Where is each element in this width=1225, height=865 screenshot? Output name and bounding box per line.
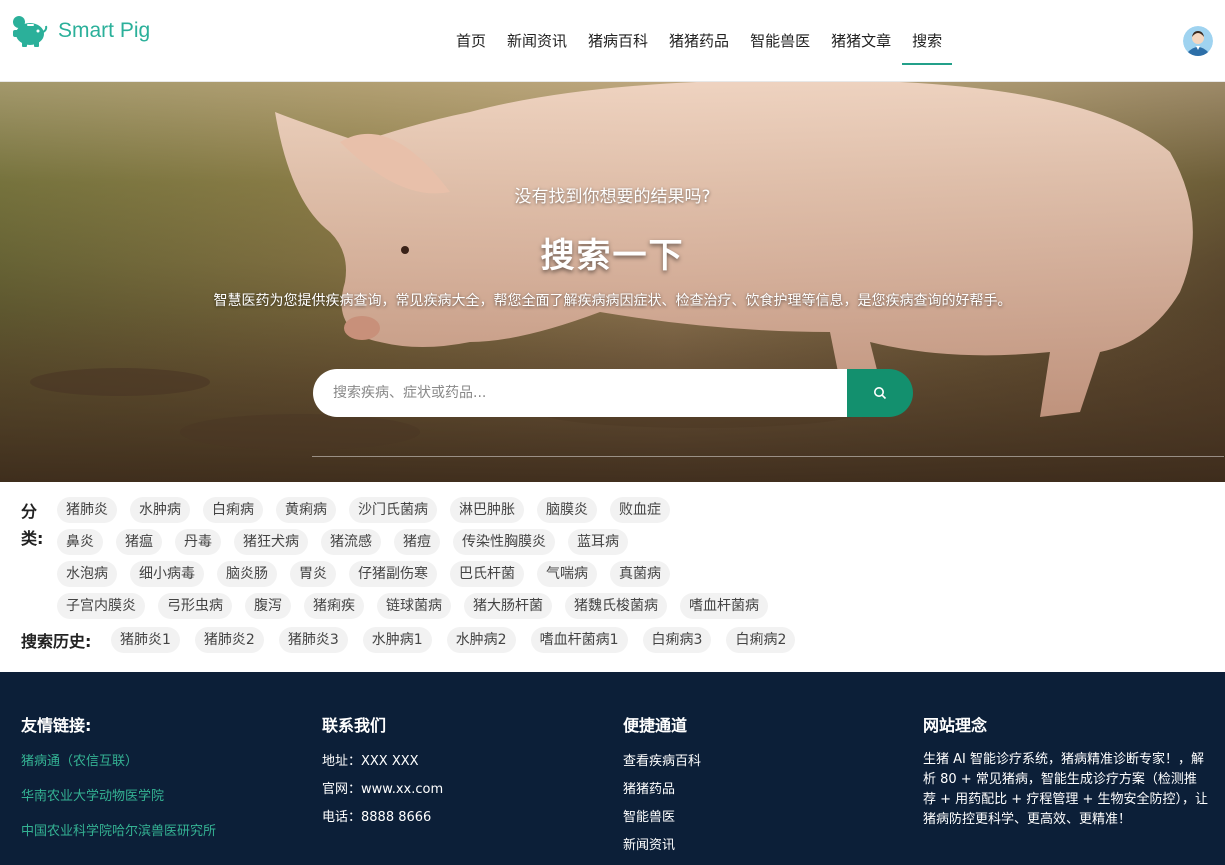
history-tag[interactable]: 猪肺炎1 [111, 627, 180, 653]
history-tag[interactable]: 水肿病2 [446, 627, 516, 653]
category-tag[interactable]: 传染性胸膜炎 [453, 529, 555, 555]
category-tag[interactable]: 白痢病 [203, 497, 263, 523]
category-tag[interactable]: 猪瘟 [116, 529, 162, 555]
piggy-bank-icon [13, 16, 48, 47]
category-tag[interactable]: 水泡病 [57, 561, 117, 587]
quick-link[interactable]: 新闻资讯 [623, 834, 701, 853]
category-tag[interactable]: 鼻炎 [57, 529, 103, 555]
brand-name: Smart Pig [58, 19, 151, 42]
category-tag[interactable]: 败血症 [610, 497, 670, 523]
footer-quick-links-title: 便捷通道 [623, 716, 688, 735]
category-tag[interactable]: 子宫内膜炎 [57, 593, 145, 619]
category-tag[interactable]: 链球菌病 [377, 593, 451, 619]
category-row: 子宫内膜炎 弓形虫病 腹泻 猪痢疾 链球菌病 猪大肠杆菌 猪魏氏梭菌病 嗜血杆菌… [57, 593, 781, 619]
category-tag[interactable]: 水肿病 [130, 497, 190, 523]
history-tag[interactable]: 白痢病2 [726, 627, 796, 653]
footer-contact-title: 联系我们 [322, 716, 387, 735]
friend-link[interactable]: 中国农业科学院哈尔滨兽医研究所 [21, 820, 216, 839]
category-tag[interactable]: 猪魏氏梭菌病 [565, 593, 667, 619]
history-tag[interactable]: 白痢病3 [642, 627, 712, 653]
category-tag[interactable]: 细小病毒 [130, 561, 204, 587]
search-input[interactable] [313, 369, 847, 417]
category-tag[interactable]: 弓形虫病 [158, 593, 232, 619]
search-history-label: 搜索历史: [21, 632, 92, 651]
category-tag[interactable]: 猪肺炎 [57, 497, 117, 523]
friend-link[interactable]: 猪病通（农信互联） [21, 750, 216, 769]
contact-website: 官网：www.xx.com [322, 782, 444, 797]
top-header: Smart Pig 首页 新闻资讯 猪病百科 猪猪药品 智能兽医 猪猪文章 搜索 [0, 0, 1225, 82]
search-bar [313, 369, 913, 417]
footer-quick-links: 便捷通道 查看疾病百科 猪猪药品 智能兽医 新闻资讯 [623, 712, 701, 862]
footer-contact: 联系我们 地址：XXX XXX 官网：www.xx.com 电话：8888 86… [322, 712, 443, 834]
category-tag[interactable]: 沙门氏菌病 [349, 497, 437, 523]
logo[interactable]: Smart Pig [10, 14, 150, 48]
category-tag[interactable]: 脑膜炎 [537, 497, 597, 523]
category-tag[interactable]: 仔猪副伤寒 [349, 561, 437, 587]
hero-subtitle: 没有找到你想要的结果吗? [514, 187, 711, 207]
search-history-list: 猪肺炎1 猪肺炎2 猪肺炎3 水肿病1 水肿病2 嗜血杆菌病1 白痢病3 白痢病… [111, 627, 810, 653]
footer-philosophy-title: 网站理念 [923, 716, 988, 735]
contact-phone: 电话：8888 8666 [322, 810, 432, 825]
nav-search[interactable]: 搜索 [902, 22, 953, 65]
category-tag[interactable]: 真菌病 [610, 561, 670, 587]
category-tag[interactable]: 脑炎肠 [217, 561, 277, 587]
category-tag[interactable]: 猪痢疾 [304, 593, 364, 619]
search-icon [874, 387, 887, 400]
category-tag[interactable]: 腹泻 [245, 593, 291, 619]
footer-philosophy-text: 生猪 AI 智能诊疗系统，猪病精准诊断专家！，解析 80 + 常见猪病，智能生成… [923, 752, 1208, 827]
category-tag[interactable]: 嗜血杆菌病 [680, 593, 768, 619]
category-tag[interactable]: 巴氏杆菌 [450, 561, 524, 587]
footer-friend-links-title: 友情链接: [21, 716, 92, 735]
quick-link[interactable]: 猪猪药品 [623, 778, 701, 797]
contact-address: 地址：XXX XXX [322, 754, 419, 769]
category-tag[interactable]: 丹毒 [175, 529, 221, 555]
category-tag[interactable]: 胃炎 [290, 561, 336, 587]
nav-home[interactable]: 首页 [446, 22, 496, 63]
hero-description: 智慧医药为您提供疾病查询，常见疾病大全，帮您全面了解疾病病因症状、检查治疗、饮食… [213, 293, 1012, 309]
hero-banner: 没有找到你想要的结果吗? 搜索一下 智慧医药为您提供疾病查询，常见疾病大全，帮您… [0, 82, 1225, 482]
hero-title: 搜索一下 [540, 236, 685, 276]
category-row: 鼻炎 猪瘟 丹毒 猪狂犬病 猪流感 猪痘 传染性胸膜炎 蓝耳病 [57, 529, 641, 555]
search-button[interactable] [847, 369, 913, 417]
category-tag[interactable]: 猪流感 [321, 529, 381, 555]
category-tag[interactable]: 猪狂犬病 [234, 529, 308, 555]
nav-drugs[interactable]: 猪猪药品 [659, 22, 739, 63]
friend-link[interactable]: 华南农业大学动物医学院 [21, 785, 216, 804]
history-tag[interactable]: 水肿病1 [362, 627, 432, 653]
category-row: 水泡病 细小病毒 脑炎肠 胃炎 仔猪副伤寒 巴氏杆菌 气喘病 真菌病 [57, 561, 683, 587]
category-tag[interactable]: 气喘病 [537, 561, 597, 587]
quick-link[interactable]: 智能兽医 [623, 806, 701, 825]
footer-friend-links: 友情链接: 猪病通（农信互联） 华南农业大学动物医学院 中国农业科学院哈尔滨兽医… [21, 712, 216, 855]
category-label: 分类: [21, 502, 44, 548]
nav-articles[interactable]: 猪猪文章 [821, 22, 901, 63]
main-nav: 首页 新闻资讯 猪病百科 猪猪药品 智能兽医 猪猪文章 搜索 [446, 22, 953, 65]
user-avatar-icon [1183, 26, 1213, 56]
pig-photo-illustration [0, 82, 1225, 482]
user-avatar[interactable] [1183, 26, 1213, 56]
category-tag[interactable]: 猪痘 [394, 529, 440, 555]
nav-disease-encyclopedia[interactable]: 猪病百科 [578, 22, 658, 63]
category-tag[interactable]: 猪大肠杆菌 [464, 593, 552, 619]
category-tag[interactable]: 蓝耳病 [568, 529, 628, 555]
quick-link[interactable]: 查看疾病百科 [623, 750, 701, 769]
nav-news[interactable]: 新闻资讯 [497, 22, 577, 63]
hero-divider [312, 456, 1224, 457]
history-tag[interactable]: 猪肺炎2 [194, 627, 264, 653]
category-section: 分类: 猪肺炎 水肿病 白痢病 黄痢病 沙门氏菌病 淋巴肿胀 脑膜炎 败血症 鼻… [0, 482, 1225, 672]
category-tag[interactable]: 黄痢病 [276, 497, 336, 523]
nav-smart-vet[interactable]: 智能兽医 [740, 22, 820, 63]
history-tag[interactable]: 嗜血杆菌病1 [530, 627, 628, 653]
footer-philosophy: 网站理念 生猪 AI 智能诊疗系统，猪病精准诊断专家！，解析 80 + 常见猪病… [923, 712, 1208, 830]
history-tag[interactable]: 猪肺炎3 [278, 627, 348, 653]
site-footer: 友情链接: 猪病通（农信互联） 华南农业大学动物医学院 中国农业科学院哈尔滨兽医… [0, 672, 1225, 865]
category-row: 猪肺炎 水肿病 白痢病 黄痢病 沙门氏菌病 淋巴肿胀 脑膜炎 败血症 [57, 497, 683, 523]
category-tag[interactable]: 淋巴肿胀 [450, 497, 524, 523]
